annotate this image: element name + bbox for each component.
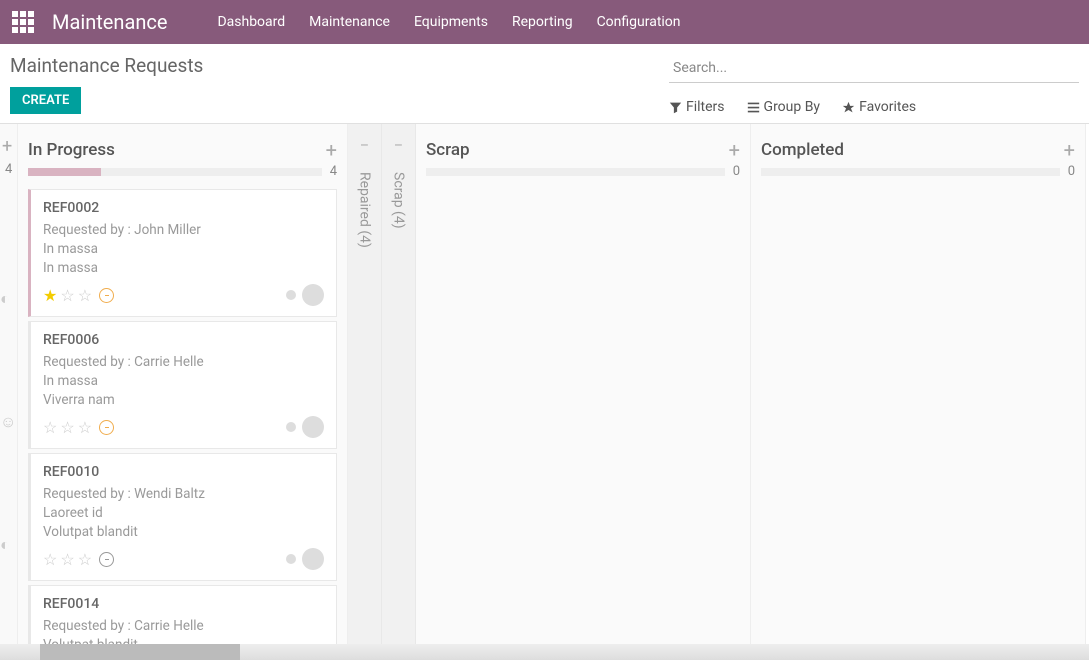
favorites-button[interactable]: Favorites [842,99,916,115]
plus-icon[interactable]: + [2,136,12,157]
funnel-icon [669,101,682,114]
assignee-avatar[interactable] [302,284,324,306]
folded-column-scrap[interactable]: – Scrap (4) [382,124,416,653]
column-progress-bar [426,168,725,176]
card-ref: REF0014 [43,596,324,612]
column-add-button[interactable]: + [729,138,740,162]
assignee-avatar[interactable] [302,548,324,570]
control-panel: Maintenance Requests CREATE Filters Grou… [0,44,1089,115]
search-input[interactable] [669,54,1079,83]
avatar-icon: ◐ [0,289,10,309]
kanban-card[interactable]: REF0014Requested by : Carrie HelleVolutp… [28,585,337,653]
card-requested-by: Requested by : John Miller [43,222,324,238]
priority-star[interactable]: ☆ [43,418,57,437]
groupby-button[interactable]: Group By [747,99,821,115]
folded-column-repaired[interactable]: – Repaired (4) [348,124,382,653]
kanban-column-scrap: Scrap + 0 [416,124,751,653]
page-title: Maintenance Requests [10,54,203,77]
card-requested-by: Requested by : Carrie Helle [43,618,324,634]
priority-star[interactable]: ☆ [78,286,92,305]
column-count: 4 [330,164,337,179]
avatar-icon: ◐ [0,535,10,555]
apps-icon[interactable] [12,11,34,33]
kanban-board: + 4 ◐ ☺ ◐ In Progress + 4 REF0002 Request… [0,123,1089,653]
activity-clock-icon[interactable] [99,552,114,567]
assignee-avatar[interactable] [302,416,324,438]
column-progress-bar [28,168,322,176]
column-progress-bar [761,168,1060,176]
minus-icon: – [394,138,403,154]
kanban-card[interactable]: REF0002 Requested by : John Miller In mass… [28,189,337,317]
card-line: In massa [43,241,324,257]
priority-star[interactable]: ☆ [60,286,74,305]
card-line: Volutpat blandit [43,524,324,540]
nav-equipments[interactable]: Equipments [414,14,488,30]
column-add-button[interactable]: + [1064,138,1075,162]
folded-label: Scrap (4) [391,172,407,229]
priority-star[interactable]: ☆ [60,550,74,569]
star-icon [842,101,855,114]
kanban-state-dot[interactable] [286,422,296,432]
card-line: In massa [43,373,324,389]
list-icon [747,101,760,114]
kanban-state-dot[interactable] [286,290,296,300]
avatar-icon: ☺ [0,412,16,432]
column-title: Completed [761,140,844,160]
peek-count: 4 [5,162,12,177]
nav-configuration[interactable]: Configuration [597,14,681,30]
minus-icon: – [360,138,369,154]
folded-label: Repaired (4) [357,172,373,248]
nav-links: Dashboard Maintenance Equipments Reporti… [217,14,680,30]
priority-star[interactable]: ☆ [78,550,92,569]
nav-reporting[interactable]: Reporting [512,14,573,30]
priority-star[interactable]: ☆ [78,418,92,437]
topbar: Maintenance Dashboard Maintenance Equipm… [0,0,1089,44]
filters-label: Filters [686,99,725,115]
activity-clock-icon[interactable] [99,420,114,435]
column-add-button[interactable]: + [326,138,337,162]
filters-button[interactable]: Filters [669,99,725,115]
card-line: Viverra nam [43,392,324,408]
card-requested-by: Requested by : Carrie Helle [43,354,324,370]
card-ref: REF0006 [43,332,324,348]
activity-clock-icon[interactable] [99,288,114,303]
groupby-label: Group By [764,99,821,115]
kanban-column-completed: Completed + 0 [751,124,1086,653]
priority-star[interactable]: ★ [43,286,57,305]
kanban-state-dot[interactable] [286,554,296,564]
card-ref: REF0002 [43,200,324,216]
kanban-column-peek-left[interactable]: + 4 ◐ ☺ ◐ [0,124,18,653]
kanban-card[interactable]: REF0010 Requested by : Wendi Baltz Laoreet… [28,453,337,581]
kanban-card[interactable]: REF0006 Requested by : Carrie Helle In mas… [28,321,337,449]
kanban-column-in-progress: In Progress + 4 REF0002 Requested by : Jo… [18,124,348,653]
horizontal-scrollbar[interactable] [0,644,1089,660]
priority-star[interactable]: ☆ [60,418,74,437]
column-count: 0 [733,164,740,179]
folded-columns: – Repaired (4) – Scrap (4) [348,124,416,653]
favorites-label: Favorites [859,99,916,115]
column-title: In Progress [28,140,115,160]
card-line: In massa [43,260,324,276]
card-ref: REF0010 [43,464,324,480]
card-line: Laoreet id [43,505,324,521]
create-button[interactable]: CREATE [10,87,81,114]
column-count: 0 [1068,164,1075,179]
nav-maintenance[interactable]: Maintenance [309,14,390,30]
nav-dashboard[interactable]: Dashboard [217,14,285,30]
app-title: Maintenance [52,10,167,34]
column-title: Scrap [426,140,470,160]
card-requested-by: Requested by : Wendi Baltz [43,486,324,502]
priority-star[interactable]: ☆ [43,550,57,569]
